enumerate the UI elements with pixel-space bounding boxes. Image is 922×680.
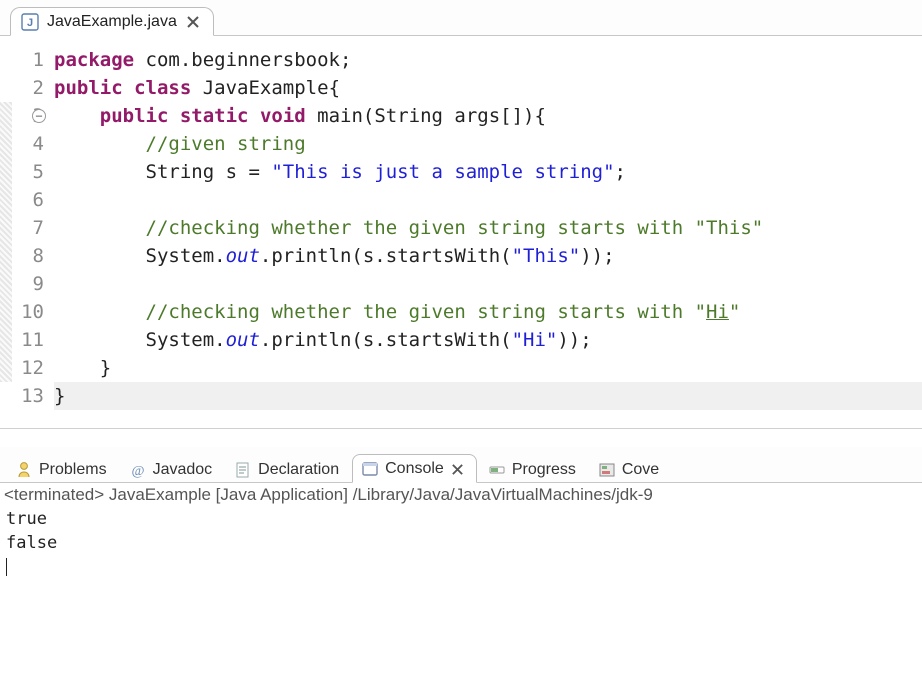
coverage-icon bbox=[598, 461, 616, 479]
editor-tab-bar: J JavaExample.java bbox=[0, 0, 922, 36]
code-content[interactable]: package com.beginnersbook;public class J… bbox=[54, 46, 922, 410]
line-number: 11 bbox=[0, 326, 44, 354]
declaration-icon bbox=[234, 461, 252, 479]
progress-icon bbox=[488, 461, 506, 479]
code-line[interactable]: String s = "This is just a sample string… bbox=[54, 158, 922, 186]
line-number: 4 bbox=[0, 130, 44, 158]
bottom-tab-label: Console bbox=[385, 460, 444, 478]
line-number: 2 bbox=[0, 74, 44, 102]
bottom-tab-label: Declaration bbox=[258, 461, 339, 479]
line-number: 12 bbox=[0, 354, 44, 382]
console-line: true bbox=[6, 507, 916, 531]
bottom-tab-progress[interactable]: Progress bbox=[479, 455, 587, 483]
editor-area: J JavaExample.java 123−45678910111213 pa… bbox=[0, 0, 922, 429]
bottom-tab-bar: Problems @ Javadoc Declaration Console Progre… bbox=[0, 447, 922, 483]
problems-icon bbox=[15, 461, 33, 479]
java-file-icon: J bbox=[21, 13, 39, 31]
bottom-tab-label: Progress bbox=[512, 461, 576, 479]
code-line[interactable]: //checking whether the given string star… bbox=[54, 214, 922, 242]
close-icon[interactable] bbox=[185, 14, 201, 30]
code-line[interactable]: System.out.println(s.startsWith("This"))… bbox=[54, 242, 922, 270]
code-line[interactable]: } bbox=[54, 382, 922, 410]
code-line[interactable]: //checking whether the given string star… bbox=[54, 298, 922, 326]
code-line[interactable] bbox=[54, 186, 922, 214]
line-number: 10 bbox=[0, 298, 44, 326]
code-line[interactable]: public static void main(String args[]){ bbox=[54, 102, 922, 130]
javadoc-icon: @ bbox=[129, 461, 147, 479]
bottom-tab-coverage[interactable]: Cove bbox=[589, 455, 670, 483]
editor-tab-javaexample[interactable]: J JavaExample.java bbox=[10, 7, 214, 36]
code-line[interactable]: System.out.println(s.startsWith("Hi")); bbox=[54, 326, 922, 354]
console-output[interactable]: truefalse bbox=[0, 505, 922, 581]
close-icon[interactable] bbox=[450, 461, 466, 477]
line-number: 8 bbox=[0, 242, 44, 270]
code-line[interactable]: } bbox=[54, 354, 922, 382]
line-number: 5 bbox=[0, 158, 44, 186]
fold-toggle-icon[interactable]: − bbox=[32, 109, 46, 123]
line-number: 1 bbox=[0, 46, 44, 74]
code-editor[interactable]: 123−45678910111213 package com.beginners… bbox=[0, 36, 922, 428]
code-line[interactable] bbox=[54, 270, 922, 298]
line-number: 7 bbox=[0, 214, 44, 242]
line-number: 9 bbox=[0, 270, 44, 298]
console-icon bbox=[361, 460, 379, 478]
line-number: 3− bbox=[0, 102, 44, 130]
code-line[interactable]: package com.beginnersbook; bbox=[54, 46, 922, 74]
svg-text:J: J bbox=[27, 17, 33, 29]
bottom-tab-label: Javadoc bbox=[153, 461, 213, 479]
bottom-tab-declaration[interactable]: Declaration bbox=[225, 455, 350, 483]
bottom-tab-javadoc[interactable]: @ Javadoc bbox=[120, 455, 224, 483]
console-line: false bbox=[6, 531, 916, 555]
bottom-tab-label: Cove bbox=[622, 461, 659, 479]
console-cursor-line bbox=[6, 555, 916, 579]
line-number: 13 bbox=[0, 382, 44, 410]
bottom-tab-problems[interactable]: Problems bbox=[6, 455, 118, 483]
bottom-panel: Problems @ Javadoc Declaration Console Progre… bbox=[0, 447, 922, 581]
code-line[interactable]: public class JavaExample{ bbox=[54, 74, 922, 102]
bottom-tab-console[interactable]: Console bbox=[352, 454, 477, 483]
line-number: 6 bbox=[0, 186, 44, 214]
editor-tab-label: JavaExample.java bbox=[47, 13, 177, 31]
console-run-header: <terminated> JavaExample [Java Applicati… bbox=[0, 483, 922, 505]
svg-text:@: @ bbox=[131, 464, 144, 479]
code-line[interactable]: //given string bbox=[54, 130, 922, 158]
text-cursor bbox=[6, 558, 7, 576]
line-number-gutter: 123−45678910111213 bbox=[0, 46, 54, 410]
bottom-tab-label: Problems bbox=[39, 461, 107, 479]
